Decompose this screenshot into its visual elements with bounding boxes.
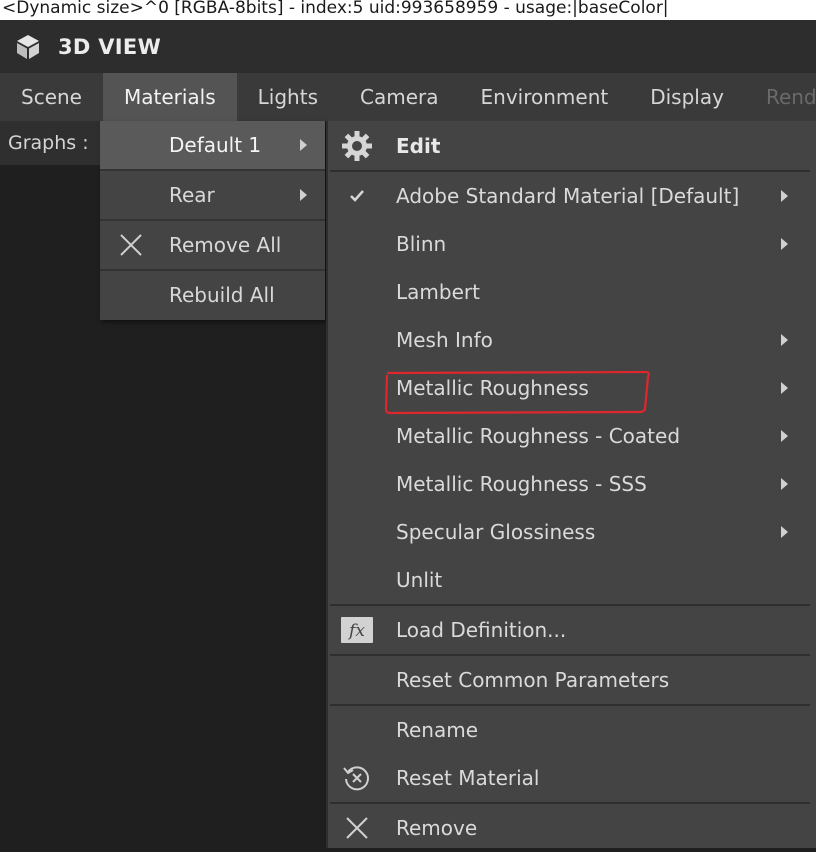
chevron-right-icon (781, 238, 788, 250)
menu-camera[interactable]: Camera (339, 73, 460, 121)
svg-text:fx: fx (347, 621, 365, 641)
graphs-label-text: Graphs : (8, 132, 89, 154)
submenu-item-rear[interactable]: Rear (100, 171, 325, 219)
menu-item-metallic-roughness-coated[interactable]: Metallic Roughness - Coated (328, 412, 816, 460)
cube-icon (17, 34, 39, 59)
materials-submenu: Default 1 Rear Remove All Rebuild All (100, 121, 325, 320)
menu-item-label: Blinn (396, 232, 447, 256)
menu-item-reset-material[interactable]: Reset Material (328, 754, 816, 802)
menu-item-reset-common-parameters[interactable]: Reset Common Parameters (328, 656, 816, 704)
menu-item-label: Reset Common Parameters (396, 668, 670, 692)
menu-item-label: Unlit (396, 568, 443, 592)
menu-item-label: Rename (396, 718, 479, 742)
menu-environment[interactable]: Environment (460, 73, 630, 121)
annotation-ring (384, 370, 650, 415)
chevron-right-icon (781, 190, 788, 202)
menu-item-label: Lambert (396, 280, 480, 304)
chevron-right-icon (781, 430, 788, 442)
menu-item-remove[interactable]: Remove (328, 804, 816, 852)
submenu-item-default-1[interactable]: Default 1 (100, 121, 325, 169)
chevron-right-icon (300, 189, 307, 201)
menu-display[interactable]: Display (629, 73, 745, 121)
menu-item-lambert[interactable]: Lambert (328, 268, 816, 316)
menu-item-blinn[interactable]: Blinn (328, 220, 816, 268)
gear-icon (340, 129, 374, 163)
chevron-right-icon (781, 382, 788, 394)
menu-item-label: Metallic Roughness - Coated (396, 424, 681, 448)
submenu-item-label: Rebuild All (169, 283, 275, 307)
chevron-right-icon (300, 139, 307, 151)
menu-item-label: Remove (396, 816, 478, 840)
panel-title: 3D VIEW (58, 34, 162, 59)
menu-item-label: Edit (396, 134, 441, 158)
menu-item-metallic-roughness-sss[interactable]: Metallic Roughness - SSS (328, 460, 816, 508)
submenu-item-label: Rear (169, 183, 215, 207)
menu-item-edit[interactable]: Edit (328, 122, 816, 170)
chevron-right-icon (781, 334, 788, 346)
reset-icon (340, 761, 374, 795)
menu-item-label: Load Definition... (396, 618, 567, 642)
menu-item-label: Mesh Info (396, 328, 493, 352)
menu-materials[interactable]: Materials (102, 73, 237, 121)
menu-item-label: Specular Glossiness (396, 520, 596, 544)
menu-item-label: Metallic Roughness - SSS (396, 472, 647, 496)
submenu-item-label: Default 1 (169, 133, 262, 157)
material-options-menu: Edit Adobe Standard Material [Default] B… (326, 121, 816, 848)
submenu-item-rebuild-all[interactable]: Rebuild All (100, 271, 325, 319)
menu-item-label: Reset Material (396, 766, 540, 790)
menu-bar: Scene Materials Lights Camera Environmen… (0, 73, 816, 121)
chevron-right-icon (781, 478, 788, 490)
close-icon (340, 811, 374, 845)
submenu-item-label: Remove All (169, 233, 282, 257)
image-info-bar: <Dynamic size>^0 [RGBA-8bits] - index:5 … (0, 0, 816, 20)
menu-lights[interactable]: Lights (237, 73, 339, 121)
menu-item-adobe-standard-material[interactable]: Adobe Standard Material [Default] (328, 172, 816, 220)
menu-item-mesh-info[interactable]: Mesh Info (328, 316, 816, 364)
menu-item-label: Adobe Standard Material [Default] (396, 184, 740, 208)
menu-item-unlit[interactable]: Unlit (328, 556, 816, 604)
fx-icon: fx (340, 613, 374, 647)
chevron-right-icon (781, 526, 788, 538)
menu-item-load-definition[interactable]: fx Load Definition... (328, 606, 816, 654)
menu-item-rename[interactable]: Rename (328, 706, 816, 754)
menu-item-specular-glossiness[interactable]: Specular Glossiness (328, 508, 816, 556)
submenu-item-remove-all[interactable]: Remove All (100, 221, 325, 269)
check-icon (340, 179, 374, 213)
panel-title-bar: 3D VIEW (0, 20, 816, 73)
menu-renderer[interactable]: Rendere (745, 73, 816, 121)
menu-scene[interactable]: Scene (0, 73, 103, 121)
image-info-text: <Dynamic size>^0 [RGBA-8bits] - index:5 … (2, 0, 669, 18)
close-icon (120, 234, 142, 256)
graphs-label: Graphs : (0, 121, 102, 165)
